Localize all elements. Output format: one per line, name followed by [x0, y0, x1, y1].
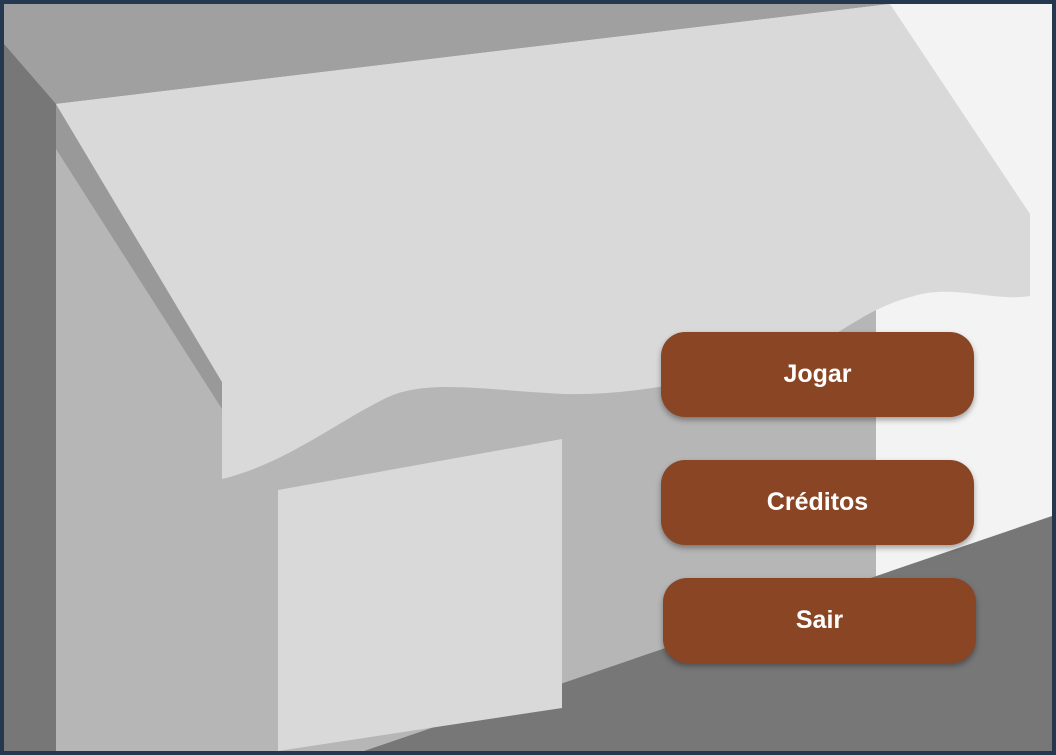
exit-button[interactable]: Sair	[663, 578, 976, 663]
game-window: Jogar Créditos Sair	[0, 0, 1056, 755]
play-button[interactable]: Jogar	[661, 332, 974, 417]
building-left-edge	[4, 4, 56, 751]
door	[278, 439, 562, 751]
credits-button[interactable]: Créditos	[661, 460, 974, 545]
